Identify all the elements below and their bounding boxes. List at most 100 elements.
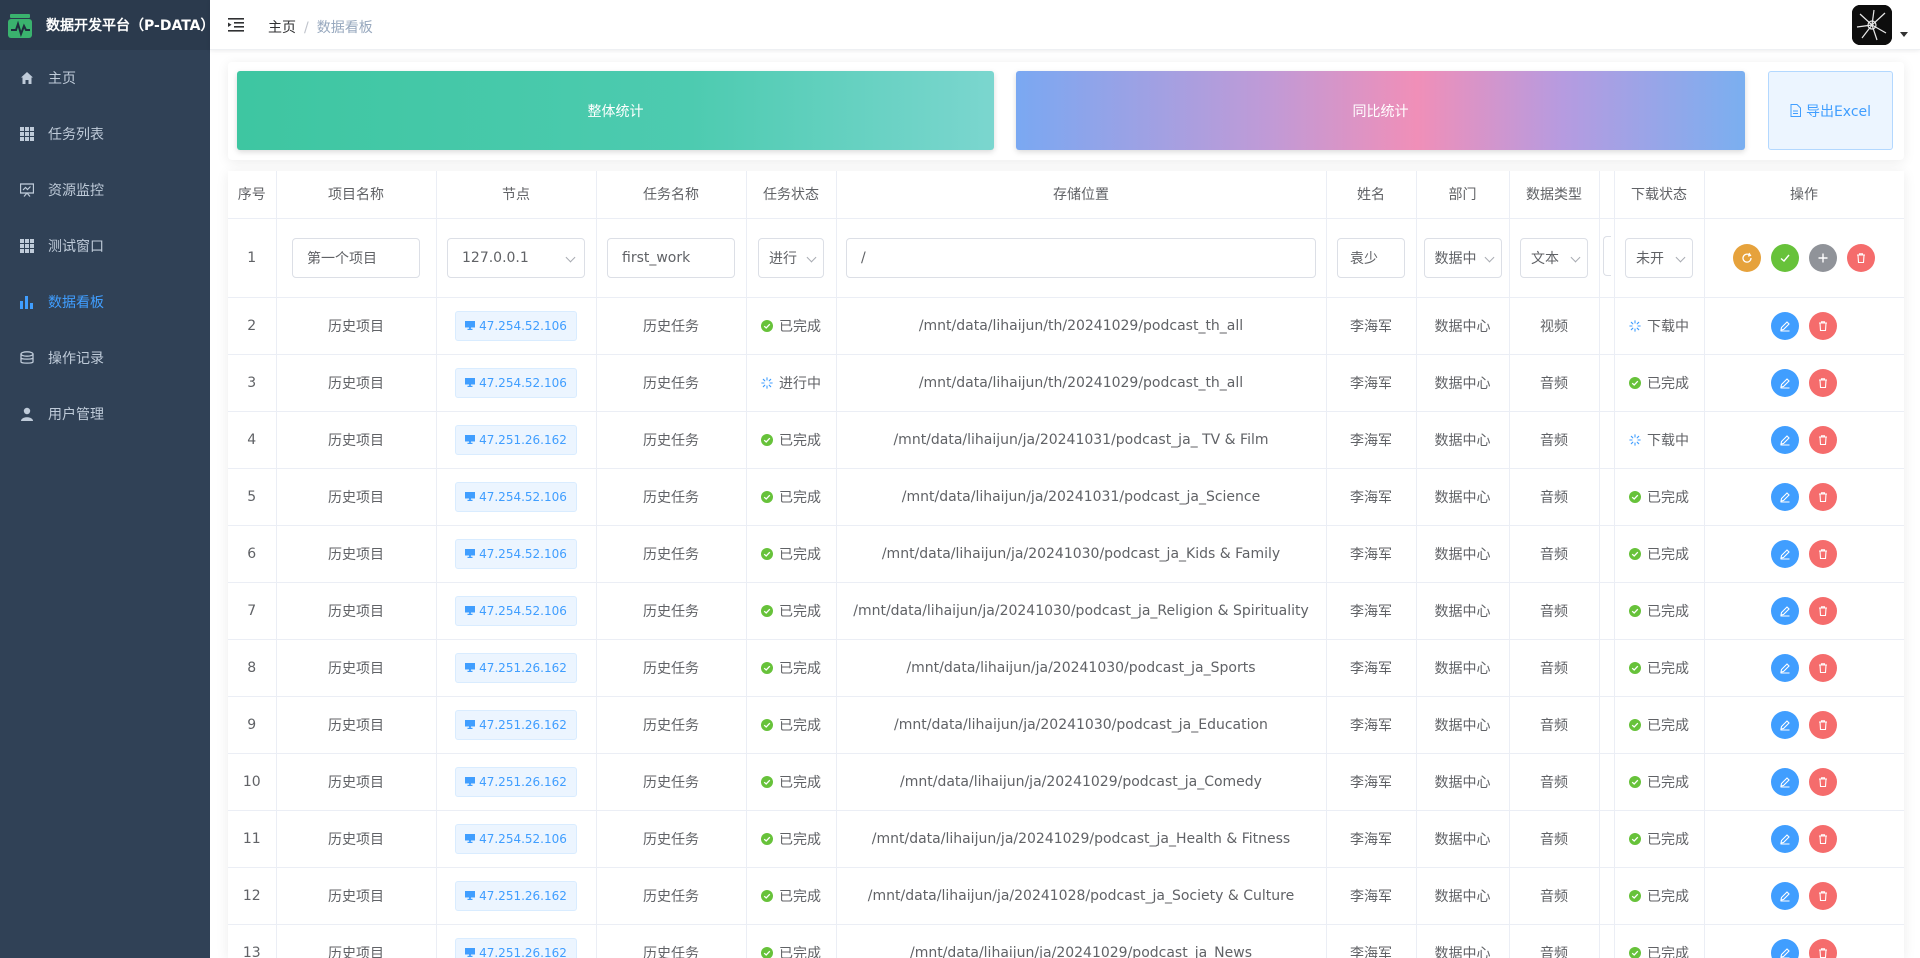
add-button[interactable]	[1809, 243, 1837, 272]
cell-data-type: 音频	[1509, 354, 1600, 412]
sidebar-item-home[interactable]: 主页	[0, 50, 210, 106]
task-name-input[interactable]: first_work	[607, 237, 735, 278]
edit-button[interactable]	[1771, 710, 1799, 739]
task-status-label: 进行中	[779, 375, 821, 392]
sidebar-item-operation-log[interactable]: 操作记录	[0, 330, 210, 386]
sidebar-item-task-list[interactable]: 任务列表	[0, 106, 210, 162]
edit-button[interactable]	[1771, 881, 1799, 910]
grid-icon	[20, 127, 34, 141]
data-type-select-value: 文本	[1531, 250, 1559, 267]
node-tag: 47.254.52.106	[455, 538, 577, 569]
download-status-select[interactable]: 未开	[1625, 237, 1693, 278]
node-tag: 47.251.26.162	[455, 424, 577, 455]
cell-gap	[1599, 639, 1615, 697]
cell-path: /	[836, 218, 1327, 298]
delete-button[interactable]	[1809, 539, 1837, 568]
cell-data-type: 音频	[1509, 525, 1600, 583]
edit-button[interactable]	[1771, 425, 1799, 454]
node-tag: 47.251.26.162	[455, 709, 577, 740]
export-excel-button[interactable]: 导出Excel	[1768, 71, 1893, 150]
cell-path: /mnt/data/lihaijun/ja/20241029/podcast_j…	[836, 753, 1327, 811]
person-name-input[interactable]: 袁少	[1337, 237, 1405, 278]
cell-download-status: 未开	[1614, 218, 1705, 298]
cell-gap	[1599, 525, 1615, 583]
download-status: 已完成	[1629, 487, 1689, 507]
delete-button[interactable]	[1809, 596, 1837, 625]
edit-button[interactable]	[1771, 482, 1799, 511]
download-status-label: 已完成	[1647, 831, 1689, 848]
reset-button[interactable]	[1733, 243, 1761, 272]
table-row: 7 历史项目 47.254.52.106 历史任务 已完成/mnt/data/lihai…	[228, 582, 1904, 640]
dept-select[interactable]: 数据中	[1423, 237, 1502, 278]
delete-button[interactable]	[1809, 938, 1837, 958]
cell-task-status: 已完成	[746, 810, 837, 868]
edit-button[interactable]	[1771, 539, 1799, 568]
delete-button[interactable]	[1809, 653, 1837, 682]
node-select[interactable]: 127.0.0.1	[447, 237, 585, 278]
menu-toggle-icon[interactable]	[228, 16, 246, 34]
cell-node: 47.254.52.106	[436, 354, 597, 412]
edit-button[interactable]	[1771, 824, 1799, 853]
chevron-down-icon	[565, 252, 576, 262]
yoy-stats-button[interactable]: 同比统计	[1016, 71, 1745, 150]
task-status: 已完成	[761, 715, 821, 735]
cell-task: 历史任务	[596, 411, 747, 469]
avatar[interactable]	[1852, 5, 1892, 45]
cell-data-type: 音频	[1509, 582, 1600, 640]
check-circle-icon	[1629, 547, 1641, 560]
edit-button[interactable]	[1771, 938, 1799, 958]
row-actions	[1771, 710, 1837, 739]
delete-button[interactable]	[1809, 482, 1837, 511]
node-tag-label: 47.254.52.106	[479, 546, 567, 561]
project-name-input[interactable]: 第一个项目	[292, 237, 420, 278]
sidebar-item-user-management[interactable]: 用户管理	[0, 386, 210, 442]
cell-dept: 数据中心	[1416, 354, 1510, 412]
table-row: 4 历史项目 47.251.26.162 历史任务 已完成/mnt/data/lihai…	[228, 411, 1904, 469]
confirm-button[interactable]	[1771, 243, 1799, 272]
delete-button[interactable]	[1809, 425, 1837, 454]
node-tag: 47.251.26.162	[455, 880, 577, 911]
overall-stats-button[interactable]: 整体统计	[237, 71, 994, 150]
sidebar-item-resource-monitor[interactable]: 资源监控	[0, 162, 210, 218]
storage-path-input[interactable]: /	[846, 237, 1316, 278]
cell-name: 李海军	[1326, 297, 1417, 355]
task-status-select[interactable]: 进行	[758, 237, 824, 278]
edit-button[interactable]	[1771, 653, 1799, 682]
delete-button[interactable]	[1809, 311, 1837, 340]
edit-button[interactable]	[1771, 368, 1799, 397]
edit-button[interactable]	[1771, 596, 1799, 625]
download-status-label: 已完成	[1647, 489, 1689, 506]
trash-icon	[1819, 434, 1827, 445]
delete-button[interactable]	[1809, 881, 1837, 910]
cell-project: 第一个项目	[276, 218, 437, 298]
node-tag-label: 47.254.52.106	[479, 318, 567, 333]
sidebar-item-dashboard[interactable]: 数据看板	[0, 274, 210, 330]
breadcrumb-home[interactable]: 主页	[268, 20, 296, 36]
delete-button[interactable]	[1847, 243, 1875, 272]
delete-button[interactable]	[1809, 767, 1837, 796]
cell-task-status: 已完成	[746, 411, 837, 469]
check-circle-icon	[1629, 718, 1641, 731]
cell-index: 12	[228, 867, 277, 925]
download-status-label: 已完成	[1647, 375, 1689, 392]
hidden-column-input[interactable]	[1602, 235, 1611, 276]
sidebar-menu: 主页 任务列表 资源监控 测试窗口 数据看板 操作记录 用户管理	[0, 50, 210, 442]
cell-index: 13	[228, 924, 277, 958]
cell-task: 历史任务	[596, 582, 747, 640]
delete-button[interactable]	[1809, 824, 1837, 853]
chevron-down-icon	[806, 252, 817, 262]
cell-task: 历史任务	[596, 696, 747, 754]
check-circle-icon	[1629, 832, 1641, 845]
data-type-select[interactable]: 文本	[1520, 237, 1588, 278]
sidebar-item-test-window[interactable]: 测试窗口	[0, 218, 210, 274]
delete-button[interactable]	[1809, 368, 1837, 397]
cell-path: /mnt/data/lihaijun/th/20241029/podcast_t…	[836, 297, 1327, 355]
header-task-status: 任务状态	[746, 171, 837, 219]
table-row: 9 历史项目 47.251.26.162 历史任务 已完成/mnt/data/lihai…	[228, 696, 1904, 754]
edit-button[interactable]	[1771, 767, 1799, 796]
edit-button[interactable]	[1771, 311, 1799, 340]
trash-icon	[1819, 662, 1827, 673]
caret-down-icon[interactable]	[1900, 32, 1908, 37]
delete-button[interactable]	[1809, 710, 1837, 739]
table-row: 2 历史项目 47.254.52.106 历史任务 已完成/mnt/data/lihai…	[228, 297, 1904, 355]
